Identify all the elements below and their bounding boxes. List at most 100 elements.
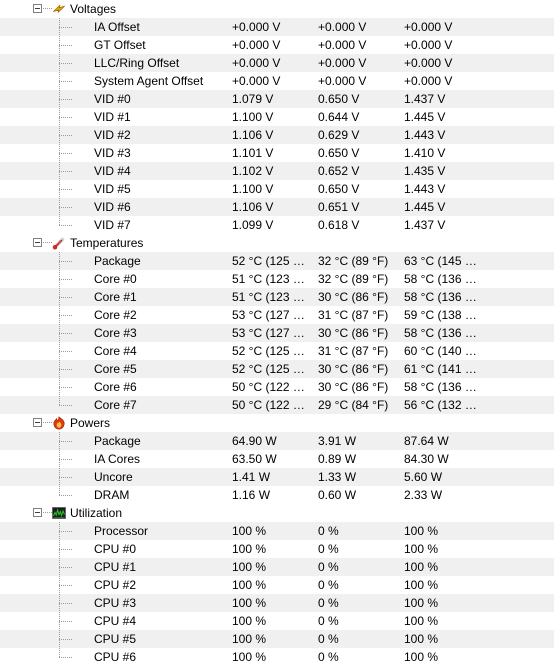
- sensor-value-min: 0.60 W: [318, 488, 357, 502]
- sensor-row[interactable]: VID #2 1.106 V 0.629 V 1.443 V: [0, 126, 554, 144]
- sensor-row[interactable]: Core #0 51 °C (123 … 32 °C (89 °F) 58 °C (1…: [0, 270, 554, 288]
- sensor-value-min: 1.33 W: [318, 470, 357, 484]
- sensor-value-max: 58 °C (136 …: [404, 380, 477, 394]
- sensor-name: Package: [94, 254, 141, 268]
- sensor-row[interactable]: VID #3 1.101 V 0.650 V 1.410 V: [0, 144, 554, 162]
- sensor-value-current: 1.101 V: [232, 146, 274, 160]
- sensor-name: Uncore: [94, 470, 133, 484]
- sensor-name: CPU #2: [94, 578, 137, 592]
- flame-icon: [52, 416, 66, 430]
- sensor-value-min: 31 °C (87 °F): [318, 308, 389, 322]
- sensor-value-max: 100 %: [404, 632, 439, 646]
- sensor-value-min: 0 %: [318, 560, 339, 574]
- sensor-row[interactable]: Core #1 51 °C (123 … 30 °C (86 °F) 58 °C (1…: [0, 288, 554, 306]
- sensor-row[interactable]: CPU #0 100 % 0 % 100 %: [0, 540, 554, 558]
- tree-connector: [59, 369, 73, 370]
- tree-group-utilization[interactable]: Utilization: [0, 504, 554, 522]
- sensor-value-min: 0.651 V: [318, 200, 360, 214]
- sensor-name: Core #5: [94, 362, 137, 376]
- sensor-row[interactable]: CPU #2 100 % 0 % 100 %: [0, 576, 554, 594]
- sensor-row[interactable]: CPU #5 100 % 0 % 100 %: [0, 630, 554, 648]
- sensor-value-min: 0.652 V: [318, 164, 360, 178]
- sensor-value-min: 32 °C (89 °F): [318, 272, 389, 286]
- tree-connector: [59, 189, 73, 190]
- sensor-value-max: 100 %: [404, 542, 439, 556]
- sensor-row[interactable]: CPU #4 100 % 0 % 100 %: [0, 612, 554, 630]
- sensor-row[interactable]: Package 64.90 W 3.91 W 87.64 W: [0, 432, 554, 450]
- sensor-name: Core #7: [94, 398, 137, 412]
- sensor-row[interactable]: VID #4 1.102 V 0.652 V 1.435 V: [0, 162, 554, 180]
- sensor-row[interactable]: VID #6 1.106 V 0.651 V 1.445 V: [0, 198, 554, 216]
- sensor-row[interactable]: System Agent Offset +0.000 V +0.000 V +0.00…: [0, 72, 554, 90]
- sensor-value-current: 50 °C (122 …: [232, 398, 305, 412]
- sensor-name: Core #0: [94, 272, 137, 286]
- sensor-name: IA Cores: [94, 452, 141, 466]
- sensor-value-current: +0.000 V: [232, 20, 281, 34]
- sensor-row[interactable]: IA Cores 63.50 W 0.89 W 84.30 W: [0, 450, 554, 468]
- sensor-tree[interactable]: Voltages IA Offset +0.000 V +0.000 V +0.000 …: [0, 0, 554, 663]
- sensor-row[interactable]: LLC/Ring Offset +0.000 V +0.000 V +0.000 V: [0, 54, 554, 72]
- sensor-row[interactable]: VID #5 1.100 V 0.650 V 1.443 V: [0, 180, 554, 198]
- sensor-value-min: 0.89 W: [318, 452, 357, 466]
- sensor-value-max: 1.437 V: [404, 218, 446, 232]
- sensor-name: VID #6: [94, 200, 131, 214]
- sensor-row[interactable]: Core #3 53 °C (127 … 30 °C (86 °F) 58 °C (1…: [0, 324, 554, 342]
- sensor-row[interactable]: VID #0 1.079 V 0.650 V 1.437 V: [0, 90, 554, 108]
- sensor-row[interactable]: CPU #1 100 % 0 % 100 %: [0, 558, 554, 576]
- sensor-row[interactable]: DRAM 1.16 W 0.60 W 2.33 W: [0, 486, 554, 504]
- sensor-name: GT Offset: [94, 38, 146, 52]
- sensor-row[interactable]: Uncore 1.41 W 1.33 W 5.60 W: [0, 468, 554, 486]
- sensor-value-current: 1.099 V: [232, 218, 274, 232]
- collapse-toggle-powers[interactable]: [33, 418, 42, 427]
- tree-connector: [59, 351, 73, 352]
- sensor-value-max: 100 %: [404, 650, 439, 663]
- tree-connector: [59, 27, 73, 28]
- sensor-value-max: 87.64 W: [404, 434, 449, 448]
- sensor-value-min: 0 %: [318, 524, 339, 538]
- tree-connector: [59, 153, 73, 154]
- tree-connector: [59, 81, 73, 82]
- tree-group-powers[interactable]: Powers: [0, 414, 554, 432]
- sensor-value-min: 0.650 V: [318, 182, 360, 196]
- sensor-row[interactable]: CPU #3 100 % 0 % 100 %: [0, 594, 554, 612]
- collapse-toggle-temperatures[interactable]: [33, 238, 42, 247]
- sensor-name: Package: [94, 434, 141, 448]
- sensor-value-max: 61 °C (141 …: [404, 362, 477, 376]
- sensor-row[interactable]: VID #1 1.100 V 0.644 V 1.445 V: [0, 108, 554, 126]
- sensor-row[interactable]: Processor 100 % 0 % 100 %: [0, 522, 554, 540]
- sensor-value-max: 100 %: [404, 524, 439, 538]
- sensor-name: Core #6: [94, 380, 137, 394]
- sensor-row[interactable]: CPU #6 100 % 0 % 100 %: [0, 648, 554, 663]
- sensor-row[interactable]: IA Offset +0.000 V +0.000 V +0.000 V: [0, 18, 554, 36]
- sensor-row[interactable]: GT Offset +0.000 V +0.000 V +0.000 V: [0, 36, 554, 54]
- tree-group-temperatures[interactable]: Temperatures: [0, 234, 554, 252]
- sensor-value-min: +0.000 V: [318, 38, 367, 52]
- sensor-value-min: +0.000 V: [318, 74, 367, 88]
- tree-group-label: Powers: [70, 416, 111, 430]
- sensor-value-current: 100 %: [232, 542, 267, 556]
- sensor-value-current: 52 °C (125 …: [232, 254, 305, 268]
- sensor-value-max: 1.437 V: [404, 92, 446, 106]
- collapse-toggle-voltages[interactable]: [33, 4, 42, 13]
- sensor-value-current: 100 %: [232, 596, 267, 610]
- sensor-value-current: 1.102 V: [232, 164, 274, 178]
- sensor-value-min: 30 °C (86 °F): [318, 326, 389, 340]
- sensor-row[interactable]: Core #2 53 °C (127 … 31 °C (87 °F) 59 °C (1…: [0, 306, 554, 324]
- sensor-row[interactable]: Core #6 50 °C (122 … 30 °C (86 °F) 58 °C (1…: [0, 378, 554, 396]
- sensor-value-max: +0.000 V: [404, 38, 453, 52]
- activity-graph-icon: [52, 506, 66, 520]
- sensor-row[interactable]: Core #7 50 °C (122 … 29 °C (84 °F) 56 °C (1…: [0, 396, 554, 414]
- sensor-row[interactable]: Core #5 52 °C (125 … 30 °C (86 °F) 61 °C (1…: [0, 360, 554, 378]
- sensor-row[interactable]: VID #7 1.099 V 0.618 V 1.437 V: [0, 216, 554, 234]
- sensor-value-current: 100 %: [232, 578, 267, 592]
- sensor-name: DRAM: [94, 488, 130, 502]
- sensor-row[interactable]: Package 52 °C (125 … 32 °C (89 °F) 63 °C (1…: [0, 252, 554, 270]
- tree-group-voltages[interactable]: Voltages: [0, 0, 554, 18]
- sensor-value-max: 1.443 V: [404, 128, 446, 142]
- sensor-value-max: 59 °C (138 …: [404, 308, 477, 322]
- tree-connector: [59, 135, 73, 136]
- sensor-row[interactable]: Core #4 52 °C (125 … 31 °C (87 °F) 60 °C (1…: [0, 342, 554, 360]
- tree-group-label: Voltages: [70, 2, 117, 16]
- collapse-toggle-utilization[interactable]: [33, 508, 42, 517]
- lightning-bolt-icon: [52, 2, 66, 16]
